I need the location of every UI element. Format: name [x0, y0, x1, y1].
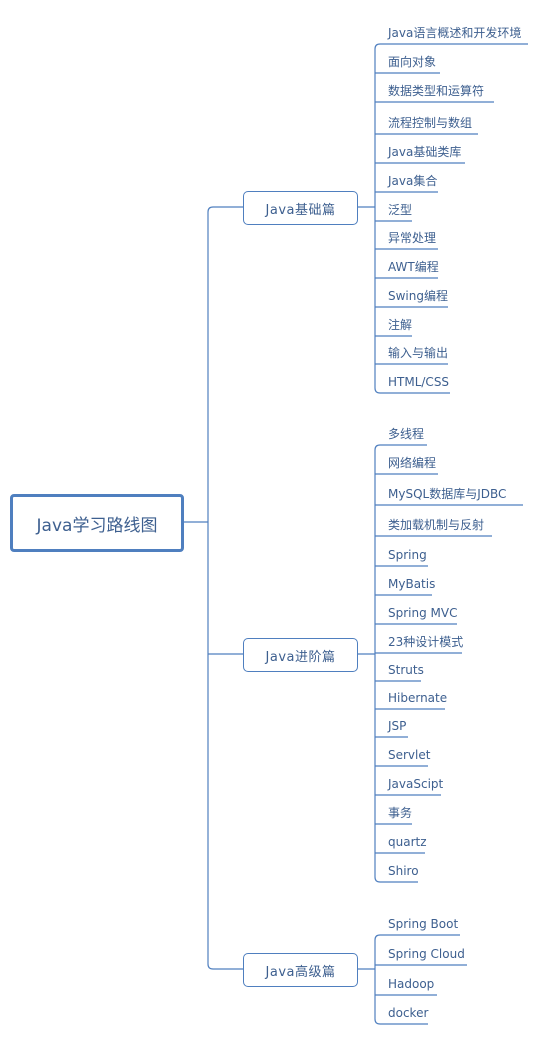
branch-connector-line: [207, 206, 243, 213]
branch-node-label: Java高级篇: [265, 964, 336, 980]
leaf-node[interactable]: Servlet: [388, 746, 430, 764]
leaf-node[interactable]: AWT编程: [388, 258, 439, 276]
branch-node-basic[interactable]: Java基础篇: [243, 191, 358, 225]
leaf-node[interactable]: docker: [388, 1004, 428, 1022]
leaf-node[interactable]: Java集合: [388, 172, 437, 190]
leaf-node[interactable]: Spring Cloud: [388, 945, 465, 963]
leaf-node[interactable]: 泛型: [388, 201, 412, 219]
leaf-node[interactable]: 输入与输出: [388, 344, 448, 362]
leaf-node[interactable]: Spring MVC: [388, 604, 457, 622]
leaf-node[interactable]: 类加载机制与反射: [388, 516, 484, 534]
leaf-node[interactable]: Spring: [388, 546, 427, 564]
leaf-node[interactable]: 网络编程: [388, 454, 436, 472]
branch-node-label: Java基础篇: [265, 202, 336, 218]
leaf-node[interactable]: Shiro: [388, 862, 419, 880]
trunk-line: [207, 212, 243, 970]
leaf-node[interactable]: 异常处理: [388, 229, 436, 247]
leaf-node[interactable]: MySQL数据库与JDBC: [388, 485, 506, 503]
leaf-node[interactable]: Swing编程: [388, 287, 448, 305]
leaf-underline: [374, 43, 528, 50]
branch-node-label: Java进阶篇: [265, 649, 336, 665]
root-node-label: Java学习路线图: [36, 515, 158, 536]
leaf-node[interactable]: MyBatis: [388, 575, 435, 593]
leaf-underline: [374, 934, 460, 941]
leaf-node[interactable]: 注解: [388, 316, 412, 334]
leaf-node[interactable]: JavaScipt: [388, 775, 443, 793]
branch-node-advanced[interactable]: Java进阶篇: [243, 638, 358, 672]
leaf-node[interactable]: Java语言概述和开发环境: [388, 24, 521, 42]
leaf-node[interactable]: 事务: [388, 804, 412, 822]
leaf-node[interactable]: Hibernate: [388, 689, 447, 707]
leaf-node[interactable]: JSP: [388, 717, 406, 735]
leaf-node[interactable]: Spring Boot: [388, 915, 458, 933]
root-node[interactable]: Java学习路线图: [10, 494, 184, 552]
leaf-node[interactable]: Java基础类库: [388, 143, 461, 161]
leaf-node[interactable]: Struts: [388, 661, 424, 679]
leaf-node[interactable]: HTML/CSS: [388, 373, 449, 391]
leaf-node[interactable]: 面向对象: [388, 53, 436, 71]
leaf-node[interactable]: quartz: [388, 833, 427, 851]
leaf-node[interactable]: 流程控制与数组: [388, 114, 472, 132]
leaf-node[interactable]: 数据类型和运算符: [388, 82, 484, 100]
branch-node-senior[interactable]: Java高级篇: [243, 953, 358, 987]
leaf-node[interactable]: 23种设计模式: [388, 633, 463, 651]
leaf-node[interactable]: Hadoop: [388, 975, 434, 993]
leaf-node[interactable]: 多线程: [388, 425, 424, 443]
leaf-underline: [374, 444, 427, 451]
